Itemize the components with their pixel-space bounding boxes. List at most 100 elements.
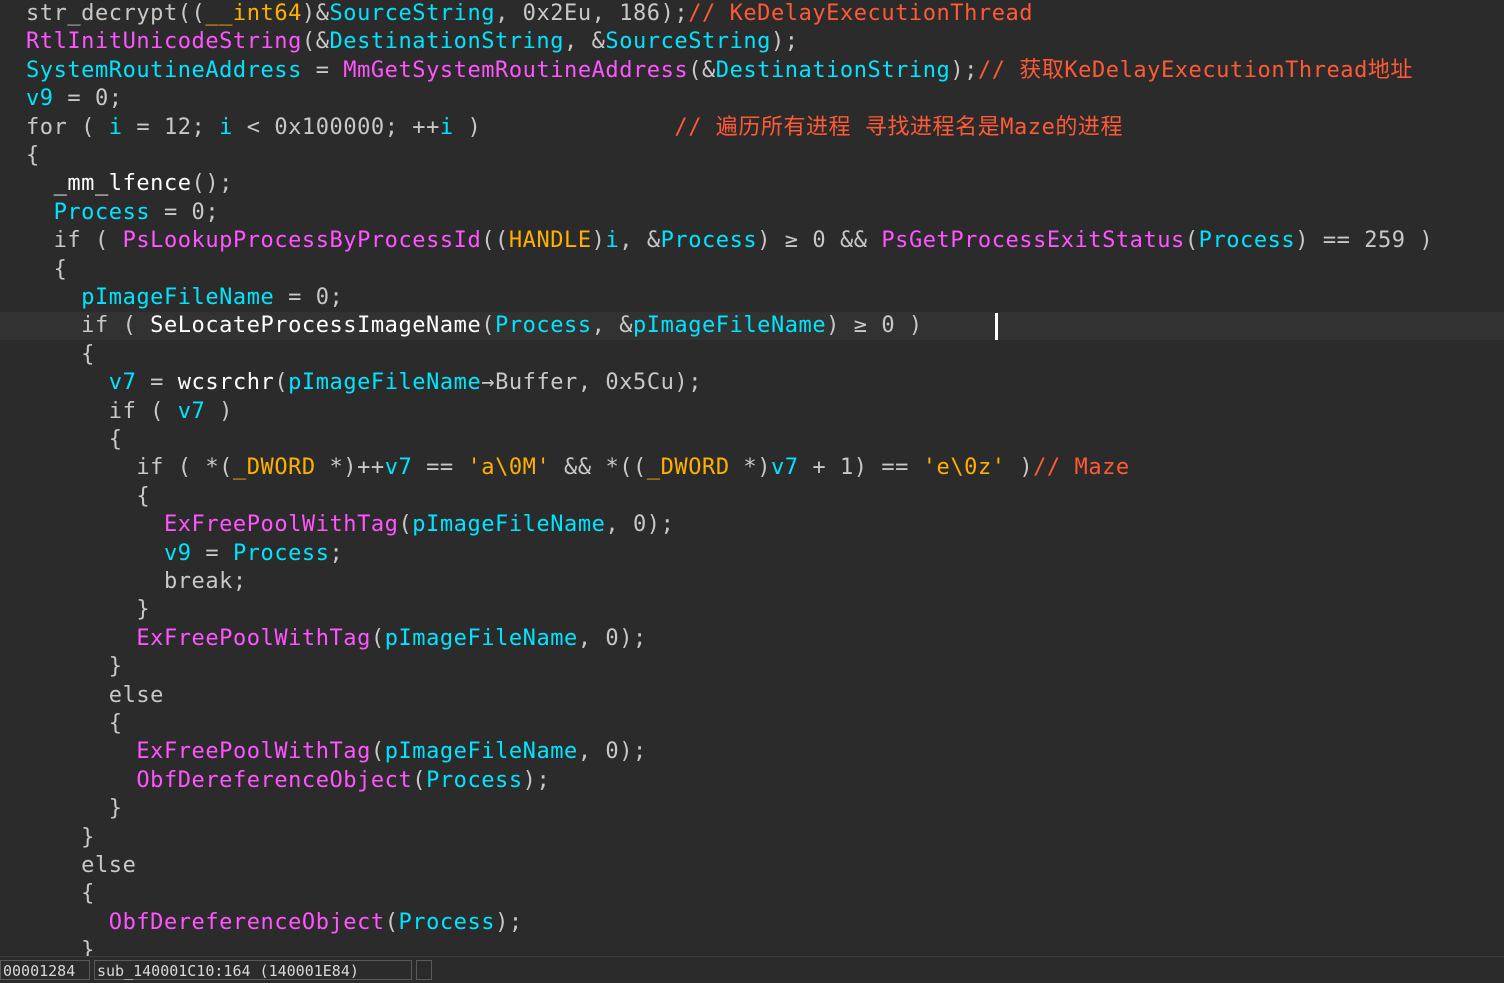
code-token: ( <box>370 739 385 765</box>
code-token: (& <box>688 57 716 83</box>
code-line[interactable]: if ( *(_DWORD *)++v7 == 'a\0M' && *((_DW… <box>0 454 1504 482</box>
code-token: for ( <box>26 114 109 140</box>
code-token: { <box>26 881 95 907</box>
code-token: } <box>26 654 123 680</box>
code-line[interactable]: Process = 0; <box>0 199 1504 227</box>
code-line[interactable]: { <box>0 426 1504 454</box>
code-line[interactable]: RtlInitUnicodeString(&DestinationString,… <box>0 28 1504 56</box>
code-token: // 获取KeDelayExecutionThread地址 <box>977 57 1413 83</box>
code-token: pImageFileName <box>81 285 275 310</box>
code-line[interactable]: } <box>0 824 1504 852</box>
code-token: if ( <box>26 398 178 424</box>
code-token: // Maze <box>1033 455 1130 481</box>
code-line[interactable]: } <box>0 653 1504 681</box>
code-token: v7 <box>177 398 206 424</box>
code-token: { <box>26 483 151 509</box>
code-token: ) <box>1005 455 1034 481</box>
code-token: *) <box>729 455 772 481</box>
code-line[interactable]: } <box>0 795 1504 823</box>
code-token: ); <box>950 57 978 83</box>
code-token: )& <box>301 1 330 26</box>
code-token: && *(( <box>550 455 647 481</box>
code-token: v7 <box>384 455 413 481</box>
code-token: = 12; <box>122 114 220 140</box>
code-token: // 遍历所有进程 寻找进程名是Maze的进程 <box>674 114 1124 140</box>
code-token: ); <box>522 767 551 793</box>
code-line[interactable]: pImageFileName = 0; <box>0 284 1504 312</box>
code-line[interactable]: if ( SeLocateProcessImageName(Process, &… <box>0 312 1504 341</box>
code-line[interactable]: ExFreePoolWithTag(pImageFileName, 0); <box>0 738 1504 766</box>
text-caret <box>995 313 998 340</box>
code-token: , & <box>619 228 661 254</box>
code-token: ( <box>370 625 385 651</box>
code-token: v7 <box>108 370 137 396</box>
code-token: ) <box>591 228 606 254</box>
code-token: Process <box>495 313 592 339</box>
code-token: HANDLE <box>508 228 592 254</box>
status-location[interactable]: sub_140001C10:164 (140001E84) <box>94 960 412 980</box>
code-token: , 0); <box>577 739 647 765</box>
code-line[interactable]: { <box>0 341 1504 369</box>
code-line[interactable]: break; <box>0 568 1504 596</box>
code-token: i <box>605 228 620 254</box>
code-token: ( <box>274 370 289 396</box>
code-line[interactable]: { <box>0 710 1504 738</box>
code-line[interactable]: _mm_lfence(); <box>0 170 1504 198</box>
code-token: Process <box>1198 228 1296 254</box>
code-token: SeLocateProcessImageName <box>150 313 482 339</box>
code-token: ( <box>1184 228 1199 254</box>
code-token: _DWORD <box>232 455 316 481</box>
code-line[interactable]: SystemRoutineAddress = MmGetSystemRoutin… <box>0 57 1504 85</box>
code-token: (); <box>191 171 233 197</box>
code-token: ); <box>495 909 523 935</box>
code-token: { <box>26 256 68 282</box>
code-token: pImageFileName <box>384 739 578 765</box>
code-token: } <box>26 824 95 850</box>
code-token: i <box>219 114 233 140</box>
code-token: ) == 259 ) <box>1295 228 1434 254</box>
code-line[interactable]: if ( v7 ) <box>0 398 1504 426</box>
code-token: = <box>191 540 233 566</box>
code-line[interactable]: else <box>0 852 1504 880</box>
code-line[interactable]: else <box>0 682 1504 710</box>
code-line[interactable]: { <box>0 142 1504 170</box>
code-line[interactable]: } <box>0 596 1504 624</box>
code-token: →Buffer, 0x5Cu); <box>481 370 703 396</box>
code-line[interactable]: v7 = wcsrchr(pImageFileName→Buffer, 0x5C… <box>0 369 1504 397</box>
code-line[interactable]: } <box>0 937 1504 956</box>
code-token: pImageFileName <box>633 313 827 339</box>
code-token: = <box>136 370 178 396</box>
code-line[interactable]: ObfDereferenceObject(Process); <box>0 767 1504 795</box>
code-line[interactable]: if ( PsLookupProcessByProcessId((HANDLE)… <box>0 227 1504 255</box>
code-token: ObfDereferenceObject <box>108 909 385 935</box>
code-line[interactable]: { <box>0 483 1504 511</box>
code-token: , 0x2Eu, 186); <box>495 1 689 26</box>
code-token: ExFreePoolWithTag <box>163 512 399 538</box>
code-line[interactable]: v9 = 0; <box>0 85 1504 113</box>
code-token: i <box>108 114 123 140</box>
code-line[interactable]: ExFreePoolWithTag(pImageFileName, 0); <box>0 625 1504 653</box>
code-token: ) <box>205 398 233 424</box>
code-token: RtlInitUnicodeString <box>26 29 302 55</box>
status-bar: 00001284 sub_140001C10:164 (140001E84) <box>0 956 1504 983</box>
code-token: pImageFileName <box>384 625 578 651</box>
code-line[interactable]: ExFreePoolWithTag(pImageFileName, 0); <box>0 511 1504 539</box>
code-token: DestinationString <box>329 29 565 55</box>
code-token: = 0; <box>150 199 220 225</box>
pseudocode-editor[interactable]: str_decrypt((__int64)&SourceString, 0x2E… <box>0 0 1504 956</box>
code-line[interactable]: for ( i = 12; i < 0x100000; ++i ) // 遍历所… <box>0 114 1504 142</box>
code-token: = 0; <box>274 285 344 310</box>
code-token: Process <box>660 228 758 254</box>
code-token: } <box>26 796 123 822</box>
code-token: *)++ <box>315 455 385 481</box>
code-line[interactable]: { <box>0 256 1504 284</box>
code-token: ( <box>398 512 413 538</box>
code-line[interactable]: { <box>0 880 1504 908</box>
code-token: , & <box>591 313 634 339</box>
code-line[interactable]: ObfDereferenceObject(Process); <box>0 909 1504 937</box>
code-line[interactable]: str_decrypt((__int64)&SourceString, 0x2E… <box>0 0 1504 28</box>
code-line[interactable]: v9 = Process; <box>0 540 1504 568</box>
